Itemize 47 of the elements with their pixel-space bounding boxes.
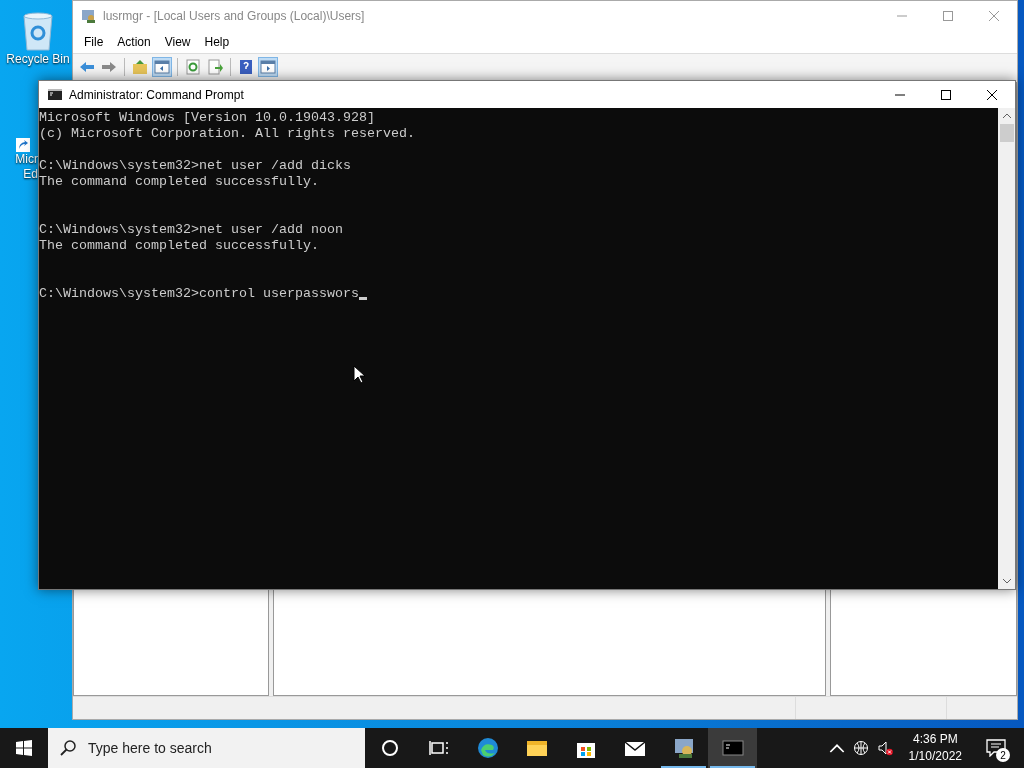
tree-button[interactable] xyxy=(152,57,172,77)
console-line: C:\Windows\system32>net user /add dicks xyxy=(39,158,351,174)
desktop-icon-label: Micr xyxy=(15,152,38,167)
search-icon xyxy=(60,740,76,756)
globe-icon[interactable] xyxy=(852,740,869,756)
desktop-icon-label: Recycle Bin xyxy=(6,52,70,67)
console-line: The command completed successfully. xyxy=(39,174,319,190)
export-icon xyxy=(207,59,223,75)
console-icon xyxy=(48,89,62,100)
message-icon xyxy=(986,739,1006,757)
running-indicator xyxy=(710,766,755,768)
help-icon xyxy=(238,59,254,75)
window-title: lusrmgr - [Local Users and Groups (Local)\Users] xyxy=(103,9,366,23)
forward-icon xyxy=(101,59,117,75)
speaker-muted-icon[interactable] xyxy=(876,740,893,756)
refresh-icon xyxy=(185,59,201,75)
scrollbar[interactable] xyxy=(998,108,1015,589)
clock[interactable]: 4:36 PM 1/10/2022 xyxy=(900,731,970,765)
notifications-button[interactable]: 2 xyxy=(978,728,1014,768)
console-taskbar-button[interactable] xyxy=(708,728,757,768)
export-button[interactable] xyxy=(205,57,225,77)
action-pane-icon xyxy=(260,59,276,75)
search-box[interactable]: Type here to search xyxy=(48,728,365,768)
menu-item[interactable]: Action xyxy=(110,35,158,49)
menu-item[interactable]: Help xyxy=(197,35,237,49)
up-button[interactable] xyxy=(130,57,150,77)
mouse-pointer-icon xyxy=(353,365,365,384)
refresh-button[interactable] xyxy=(183,57,203,77)
console-line: C:\Windows\system32>control userpasswors xyxy=(39,286,359,302)
console-line: C:\Windows\system32>net user /add noon xyxy=(39,222,343,238)
up-icon xyxy=(132,59,148,75)
tree-icon xyxy=(154,59,170,75)
scroll-thumb[interactable] xyxy=(999,124,1014,142)
menu-item[interactable]: View xyxy=(157,35,198,49)
console-line: (c) Microsoft Corporation. All rights reserved. xyxy=(39,126,415,142)
menu-item[interactable]: File xyxy=(77,35,111,49)
back-icon xyxy=(79,59,95,75)
desktop-icon-label: Ed xyxy=(23,167,38,182)
action-pane-button[interactable] xyxy=(258,57,278,77)
users-icon xyxy=(81,8,97,24)
console-line: Microsoft Windows [Version 10.0.19043.928] xyxy=(39,110,375,126)
shortcut-icon[interactable] xyxy=(16,138,30,152)
console-line: The command completed successfully. xyxy=(39,238,319,254)
search-input[interactable]: Type here to search xyxy=(86,739,350,757)
edge-icon xyxy=(475,736,500,760)
running-indicator xyxy=(661,766,706,768)
window-title: Administrator: Command Prompt xyxy=(69,87,245,102)
